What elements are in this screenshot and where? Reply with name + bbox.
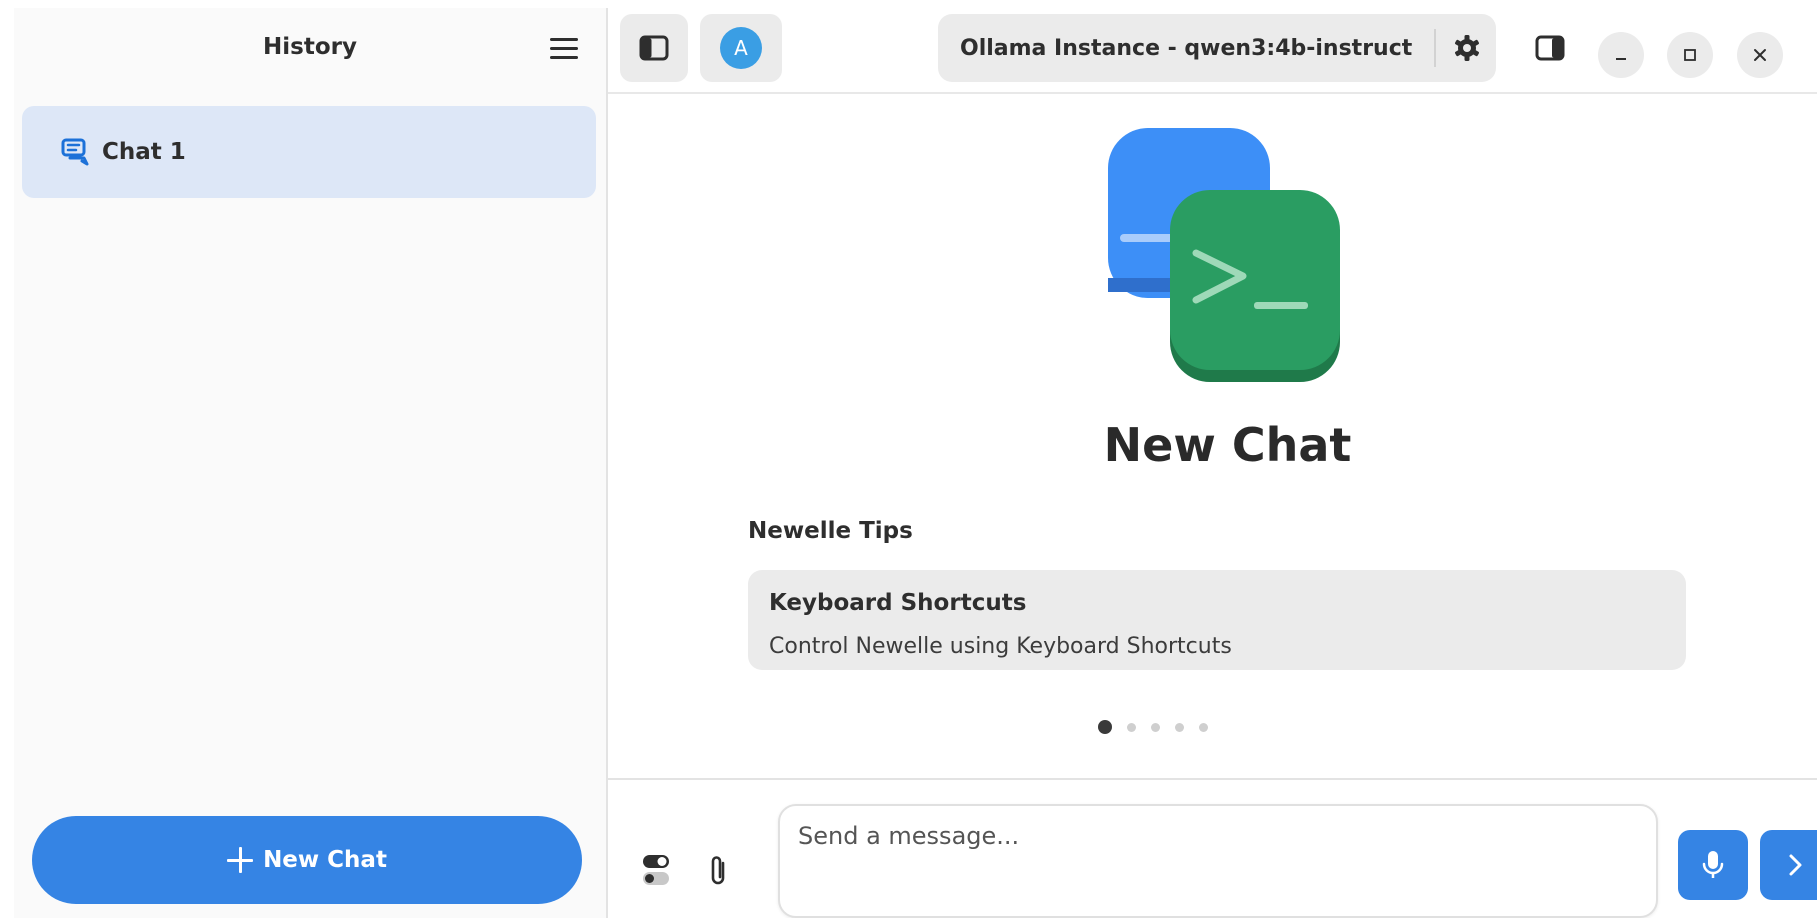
- chat-main: A Ollama Instance - qwen3:4b-instruct Ne…: [608, 8, 1817, 918]
- carousel-dot[interactable]: [1127, 722, 1136, 732]
- model-label: Ollama Instance - qwen3:4b-instruct: [960, 35, 1413, 61]
- sidebar-header: History: [14, 8, 606, 85]
- minimize-button[interactable]: [1598, 32, 1644, 78]
- sidebar-title: History: [263, 34, 357, 60]
- new-chat-button[interactable]: New Chat: [32, 816, 582, 904]
- send-chevron-icon: [1789, 854, 1802, 876]
- header-bar: A Ollama Instance - qwen3:4b-instruct: [608, 8, 1817, 94]
- model-divider: [1434, 29, 1437, 67]
- page-title: New Chat: [1103, 418, 1352, 472]
- carousel-dot[interactable]: [1151, 722, 1160, 732]
- toggle-settings-icon[interactable]: [636, 850, 676, 890]
- tip-title: Keyboard Shortcuts: [769, 590, 1027, 616]
- close-icon: [1754, 49, 1766, 61]
- microphone-icon: [1702, 851, 1724, 878]
- microphone-button[interactable]: [1678, 830, 1748, 900]
- gear-icon[interactable]: [1452, 33, 1482, 63]
- tip-card[interactable]: Keyboard Shortcuts Control Newelle using…: [748, 570, 1686, 670]
- sidebar-toggle-icon: [639, 35, 669, 61]
- minimize-icon: [1616, 58, 1626, 60]
- chat-bubbles-icon: [61, 138, 89, 166]
- chat-item-label: Chat 1: [102, 139, 186, 165]
- tip-body: Control Newelle using Keyboard Shortcuts: [769, 634, 1232, 659]
- sidebar-toggle-button[interactable]: [620, 14, 688, 82]
- tip-carousel-indicator: [1098, 720, 1208, 734]
- hamburger-menu-icon[interactable]: [542, 28, 586, 68]
- account-button[interactable]: A: [700, 14, 782, 82]
- history-sidebar: History Chat 1 New Chat: [14, 8, 608, 918]
- maximize-button[interactable]: [1667, 32, 1713, 78]
- tips-heading: Newelle Tips: [748, 518, 913, 544]
- attach-icon[interactable]: [698, 850, 738, 890]
- carousel-dot[interactable]: [1199, 722, 1208, 732]
- avatar: A: [720, 27, 762, 69]
- newelle-logo-icon: [1108, 128, 1340, 382]
- plus-icon: [227, 847, 254, 873]
- app-window: History Chat 1 New Chat A Ollama Instanc…: [14, 8, 1817, 918]
- carousel-dot[interactable]: [1175, 722, 1184, 732]
- model-selector[interactable]: Ollama Instance - qwen3:4b-instruct: [938, 14, 1496, 82]
- send-button[interactable]: [1760, 830, 1817, 900]
- side-panel-icon[interactable]: [1530, 28, 1570, 68]
- message-input[interactable]: [778, 804, 1658, 918]
- message-composer: [608, 778, 1817, 918]
- new-chat-label: New Chat: [263, 847, 387, 873]
- maximize-icon: [1684, 49, 1696, 61]
- carousel-dot[interactable]: [1098, 720, 1112, 734]
- chat-list-item[interactable]: Chat 1: [22, 106, 596, 198]
- close-button[interactable]: [1737, 32, 1783, 78]
